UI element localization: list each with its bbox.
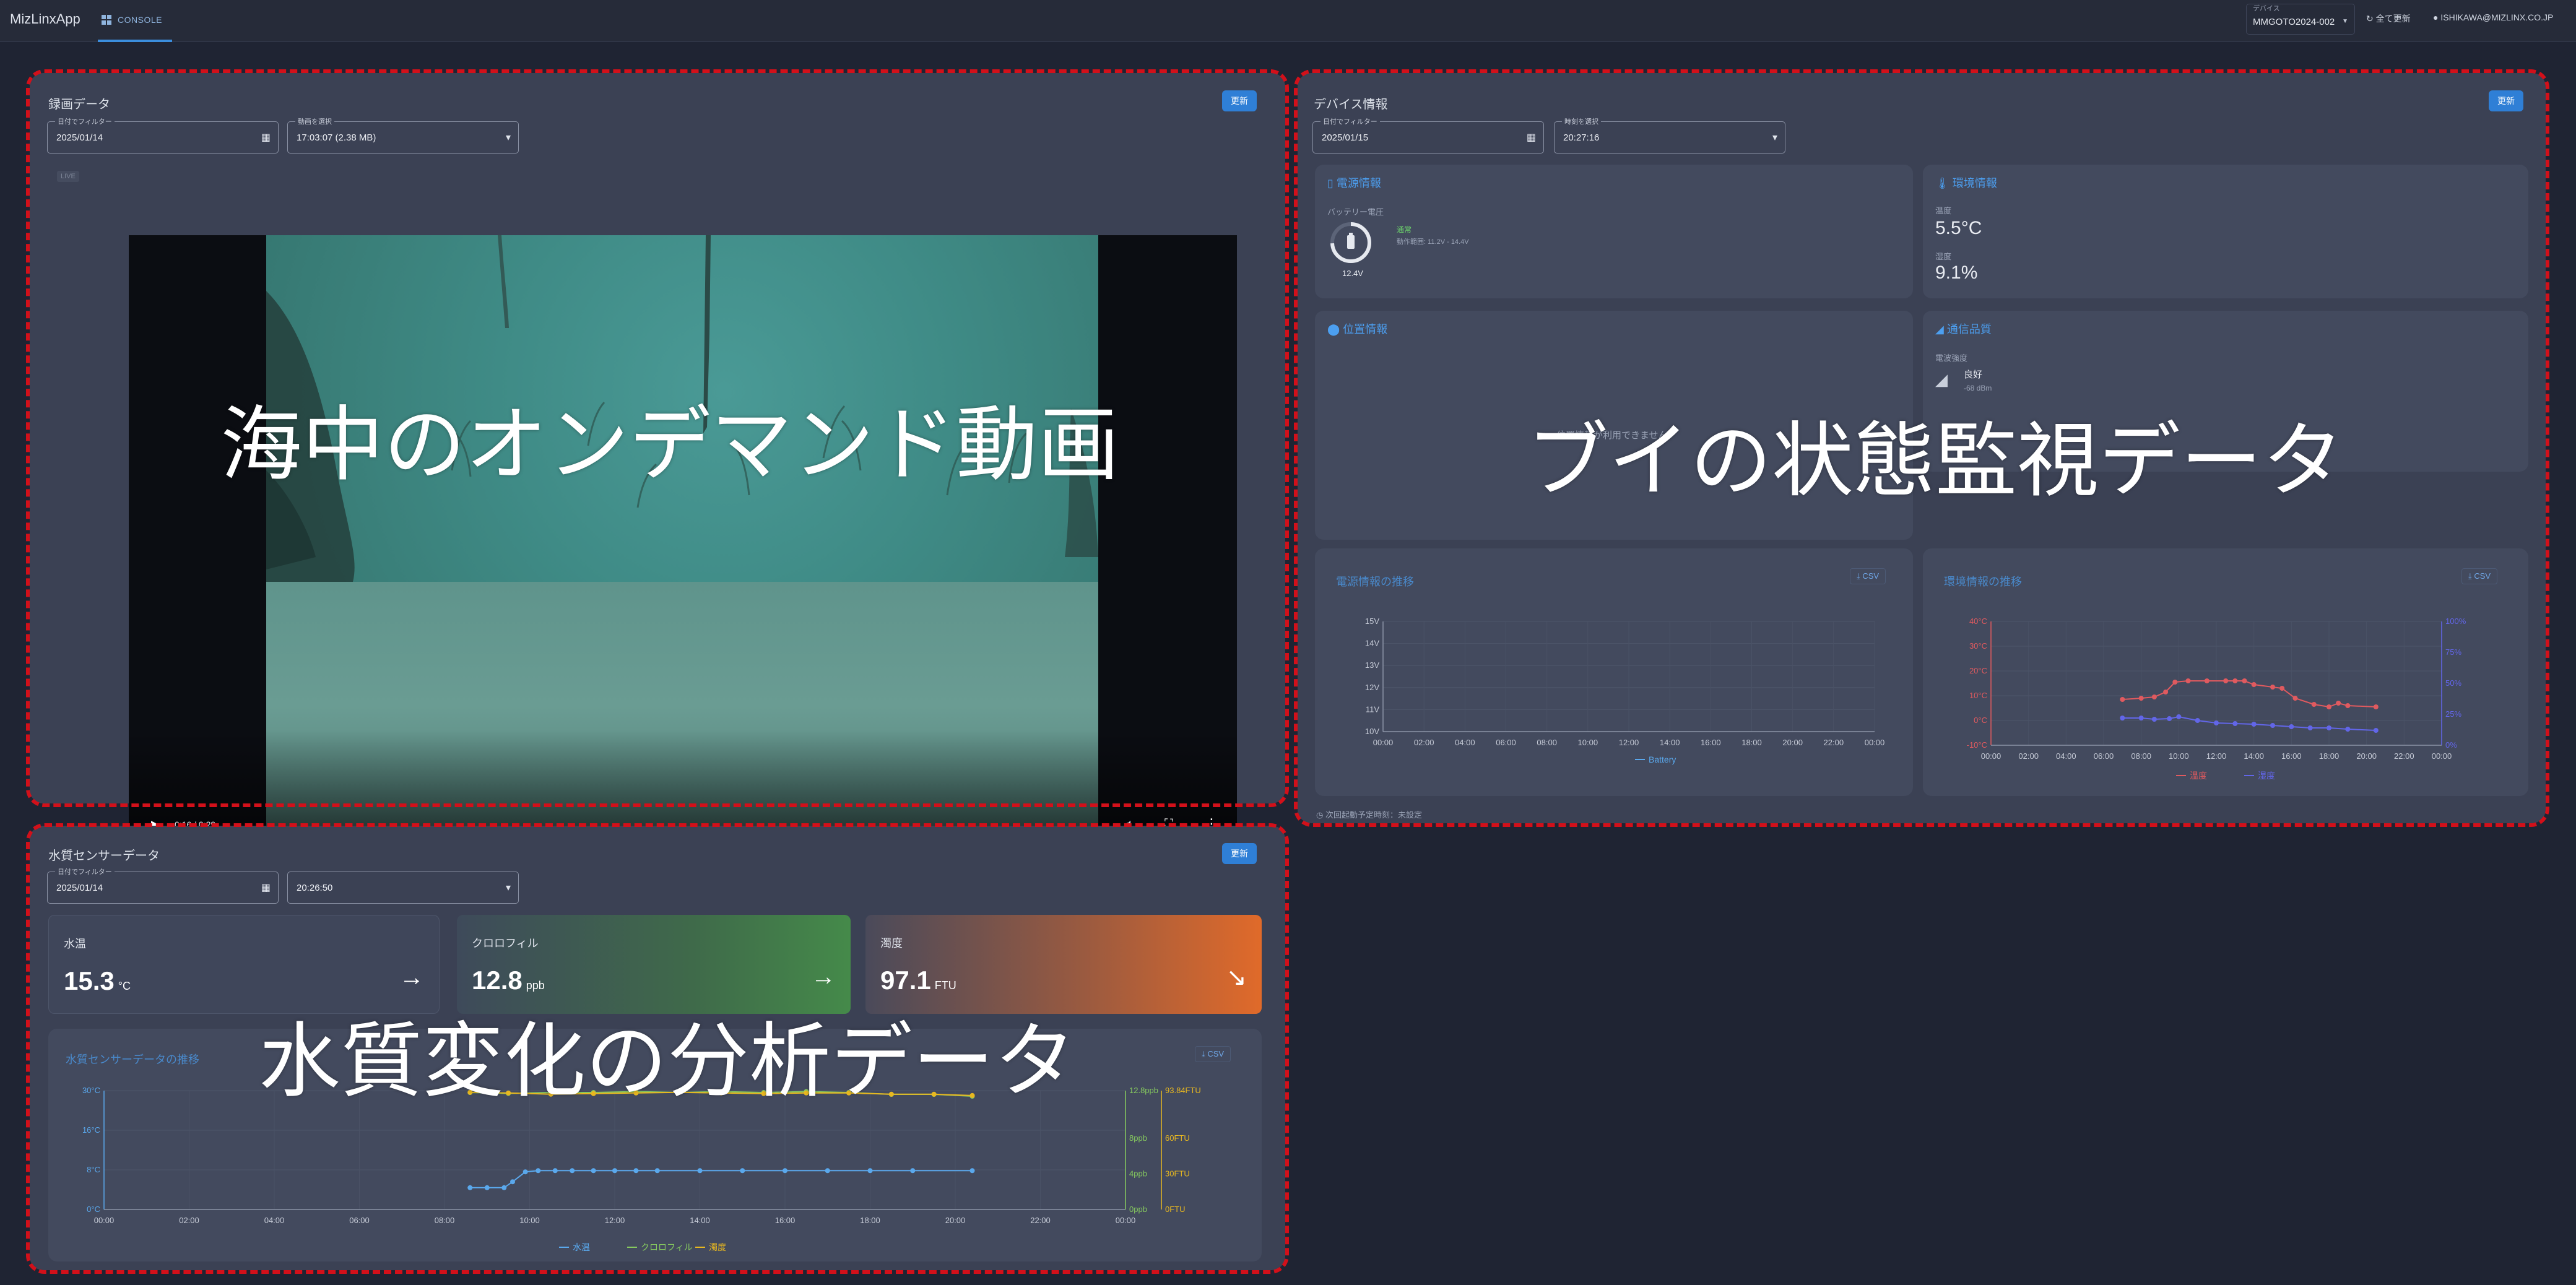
app-title: MizLinxApp: [10, 11, 80, 27]
device-select-caption: デバイス: [2253, 5, 2280, 12]
chevron-down-icon: ▼: [2342, 18, 2348, 25]
tab-console-label: CONSOLE: [118, 15, 162, 25]
account-icon: ●: [2433, 12, 2441, 22]
refresh-all-button[interactable]: ↻ 全て更新: [2366, 12, 2411, 25]
tab-console[interactable]: CONSOLE: [98, 0, 172, 42]
device-select[interactable]: デバイス MMGOTO2024-002 ▼: [2246, 4, 2355, 35]
buoy-overlay-caption: ブイの状態監視データ: [1527, 413, 2344, 509]
user-account[interactable]: ● ISHIKAWA@MIZLINX.CO.JP: [2433, 12, 2553, 22]
dashboard-icon: [102, 15, 111, 25]
video-overlay-caption: 海中のオンデマンド動画: [220, 397, 1119, 493]
refresh-all-label: 全て更新: [2375, 14, 2411, 24]
top-app-bar: MizLinxApp CONSOLE デバイス MMGOTO2024-002 ▼…: [0, 0, 2576, 42]
user-email: ISHIKAWA@MIZLINX.CO.JP: [2440, 12, 2554, 22]
water-overlay-caption: 水質変化の分析データ: [259, 1014, 1076, 1109]
device-select-value: MMGOTO2024-002: [2253, 17, 2335, 27]
refresh-icon: ↻: [2366, 14, 2376, 24]
